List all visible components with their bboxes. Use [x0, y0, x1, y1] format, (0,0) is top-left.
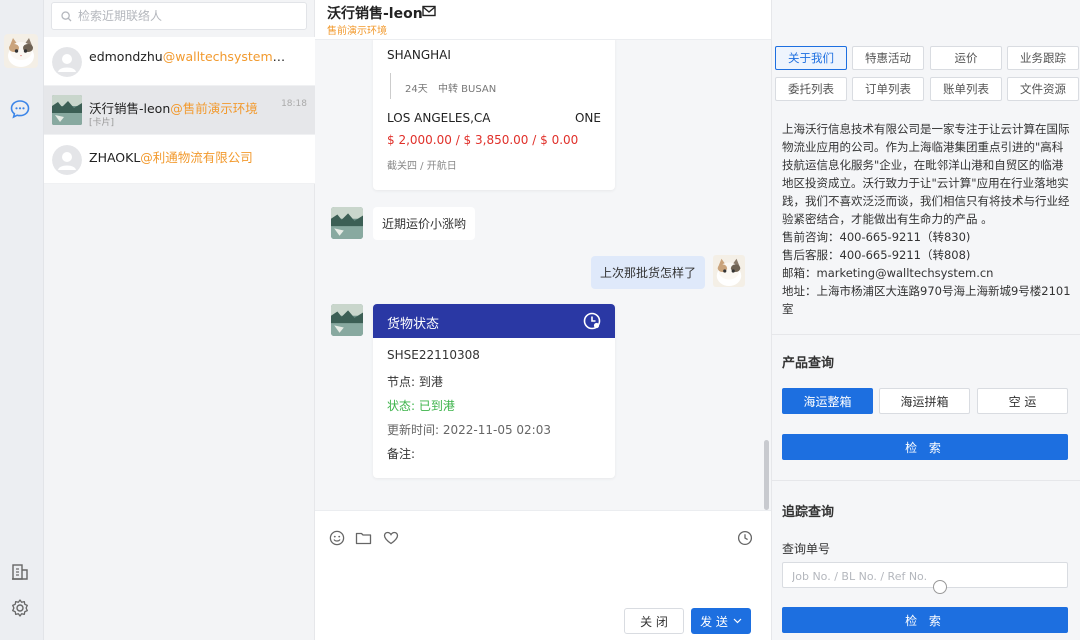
schedule: 截关四 / 开航日 — [387, 161, 457, 172]
product-tab-fcl[interactable]: 海运整箱 — [782, 388, 873, 414]
tab-orders[interactable]: 订单列表 — [852, 77, 924, 101]
sender-avatar — [331, 207, 363, 239]
chevron-down-icon[interactable] — [733, 618, 742, 624]
contact-list: edmondzhu@walltechsystem.com 沃行销售-leon@售… — [44, 37, 315, 184]
contact-time: 18:18 — [281, 99, 307, 109]
contact-last-message: [卡片] — [89, 118, 115, 128]
product-tab-lcl[interactable]: 海运拼箱 — [879, 388, 970, 414]
left-rail — [0, 0, 44, 640]
divider — [772, 480, 1080, 481]
tab-promotions[interactable]: 特惠活动 — [852, 46, 924, 70]
tab-tracking[interactable]: 业务跟踪 — [1007, 46, 1079, 70]
track-input-box — [782, 562, 1068, 588]
user-avatar[interactable] — [4, 34, 38, 68]
cursor-ring — [933, 580, 947, 594]
tab-files[interactable]: 文件资源 — [1007, 77, 1079, 101]
track-number-label: 查询单号 — [782, 542, 831, 556]
history-icon[interactable] — [737, 530, 753, 546]
send-label: 发 送 — [700, 614, 728, 629]
about-intro: 上海沃行信息技术有限公司是一家专注于让云计算在国际物流业应用的公司。作为上海临港… — [782, 122, 1070, 226]
contact-name: ZHAOKL@利通物流有限公司 — [89, 150, 253, 165]
chat-panel: 沃行销售-leon 售前演示环境 SHANGHAI 24天 中转 BUSAN L… — [315, 0, 771, 640]
product-search-button[interactable]: 检 索 — [782, 434, 1068, 460]
contact-avatar — [52, 95, 82, 125]
shipment-remark: 备注: — [387, 447, 416, 461]
email: 邮箱：marketing@walltechsystem.cn — [782, 266, 994, 280]
contact-item-leon[interactable]: 沃行销售-leon@售前演示环境 18:18 [卡片] — [44, 86, 315, 135]
shipment-number: SHSE22110308 — [387, 348, 480, 362]
chat-title: 沃行销售-leon — [327, 6, 423, 22]
contact-name: edmondzhu@walltechsystem.com — [89, 49, 289, 64]
chat-header: 沃行销售-leon 售前演示环境 — [315, 0, 771, 40]
destination-port: LOS ANGELES,CA — [387, 111, 491, 125]
support-phone: 售后客服：400-665-9211（转808) — [782, 248, 971, 262]
close-button[interactable]: 关 闭 — [624, 608, 684, 634]
default-avatar-icon — [52, 47, 82, 77]
info-panel: 关于我们 特惠活动 运价 业务跟踪 委托列表 订单列表 账单列表 文件资源 上海… — [771, 0, 1080, 640]
shipment-updated: 更新时间: 2022-11-05 02:03 — [387, 423, 551, 437]
contact-item-zhaokl[interactable]: ZHAOKL@利通物流有限公司 — [44, 135, 315, 184]
track-number-input[interactable] — [792, 567, 1052, 585]
product-tab-air[interactable]: 空 运 — [977, 388, 1068, 414]
presales-phone: 售前咨询：400-665-9211（转830) — [782, 230, 971, 244]
track-search-button[interactable]: 检 索 — [782, 607, 1068, 633]
sender-avatar — [331, 304, 363, 336]
product-query-title: 产品查询 — [782, 356, 835, 371]
carrier: ONE — [574, 111, 601, 125]
send-button[interactable]: 发 送 — [691, 608, 751, 634]
search-icon — [61, 11, 72, 22]
shipment-state: 状态: 已到港 — [387, 399, 455, 413]
folder-icon[interactable] — [355, 530, 372, 546]
message-list: SHANGHAI 24天 中转 BUSAN LOS ANGELES,CA ONE… — [315, 40, 771, 510]
my-avatar — [713, 255, 745, 287]
composer: 关 闭 发 送 — [315, 510, 771, 640]
message-bubble-in: 近期运价小涨哟 — [373, 207, 476, 240]
status-card-header: 货物状态 — [373, 304, 615, 338]
heart-icon[interactable] — [383, 530, 399, 546]
message-scrollbar[interactable] — [764, 440, 769, 510]
transit-port: 中转 BUSAN — [438, 84, 497, 95]
address: 地址：上海市杨浦区大连路970号海上海新城9号楼2101室 — [782, 284, 1071, 316]
default-avatar-icon — [52, 145, 82, 175]
building-icon[interactable] — [9, 561, 31, 583]
tab-bills[interactable]: 账单列表 — [930, 77, 1002, 101]
chat-subtitle: 售前演示环境 — [327, 26, 387, 37]
transit-days: 24天 — [405, 84, 428, 95]
emoji-icon[interactable] — [329, 530, 345, 546]
origin-port: SHANGHAI — [387, 48, 451, 62]
status-card-title: 货物状态 — [387, 317, 440, 332]
contact-item-edmondzhu[interactable]: edmondzhu@walltechsystem.com — [44, 37, 315, 86]
contact-name: 沃行销售-leon@售前演示环境 — [89, 101, 258, 116]
contacts-panel: edmondzhu@walltechsystem.com 沃行销售-leon@售… — [44, 0, 315, 640]
route-line — [390, 73, 391, 99]
status-card[interactable]: 货物状态 SHSE22110308 节点: 到港 状态: 已到港 更新时间: 2… — [373, 304, 615, 478]
chat-icon[interactable] — [9, 98, 31, 120]
mail-icon[interactable] — [422, 5, 436, 17]
price: $ 2,000.00 / $ 3,850.00 / $ 0.00 — [387, 133, 579, 147]
track-query-title: 追踪查询 — [782, 505, 835, 520]
message-bubble-out: 上次那批货怎样了 — [590, 256, 705, 289]
gear-icon[interactable] — [9, 597, 31, 619]
tab-consignments[interactable]: 委托列表 — [775, 77, 847, 101]
shipment-node: 节点: 到港 — [387, 375, 443, 389]
search-input[interactable] — [78, 7, 298, 25]
clock-icon — [583, 312, 601, 330]
contact-search — [51, 2, 307, 30]
divider — [772, 334, 1080, 335]
tab-rates[interactable]: 运价 — [930, 46, 1002, 70]
tab-about[interactable]: 关于我们 — [775, 46, 847, 70]
about-text: 上海沃行信息技术有限公司是一家专注于让云计算在国际物流业应用的公司。作为上海临港… — [782, 120, 1074, 318]
rate-card[interactable]: SHANGHAI 24天 中转 BUSAN LOS ANGELES,CA ONE… — [373, 40, 615, 190]
